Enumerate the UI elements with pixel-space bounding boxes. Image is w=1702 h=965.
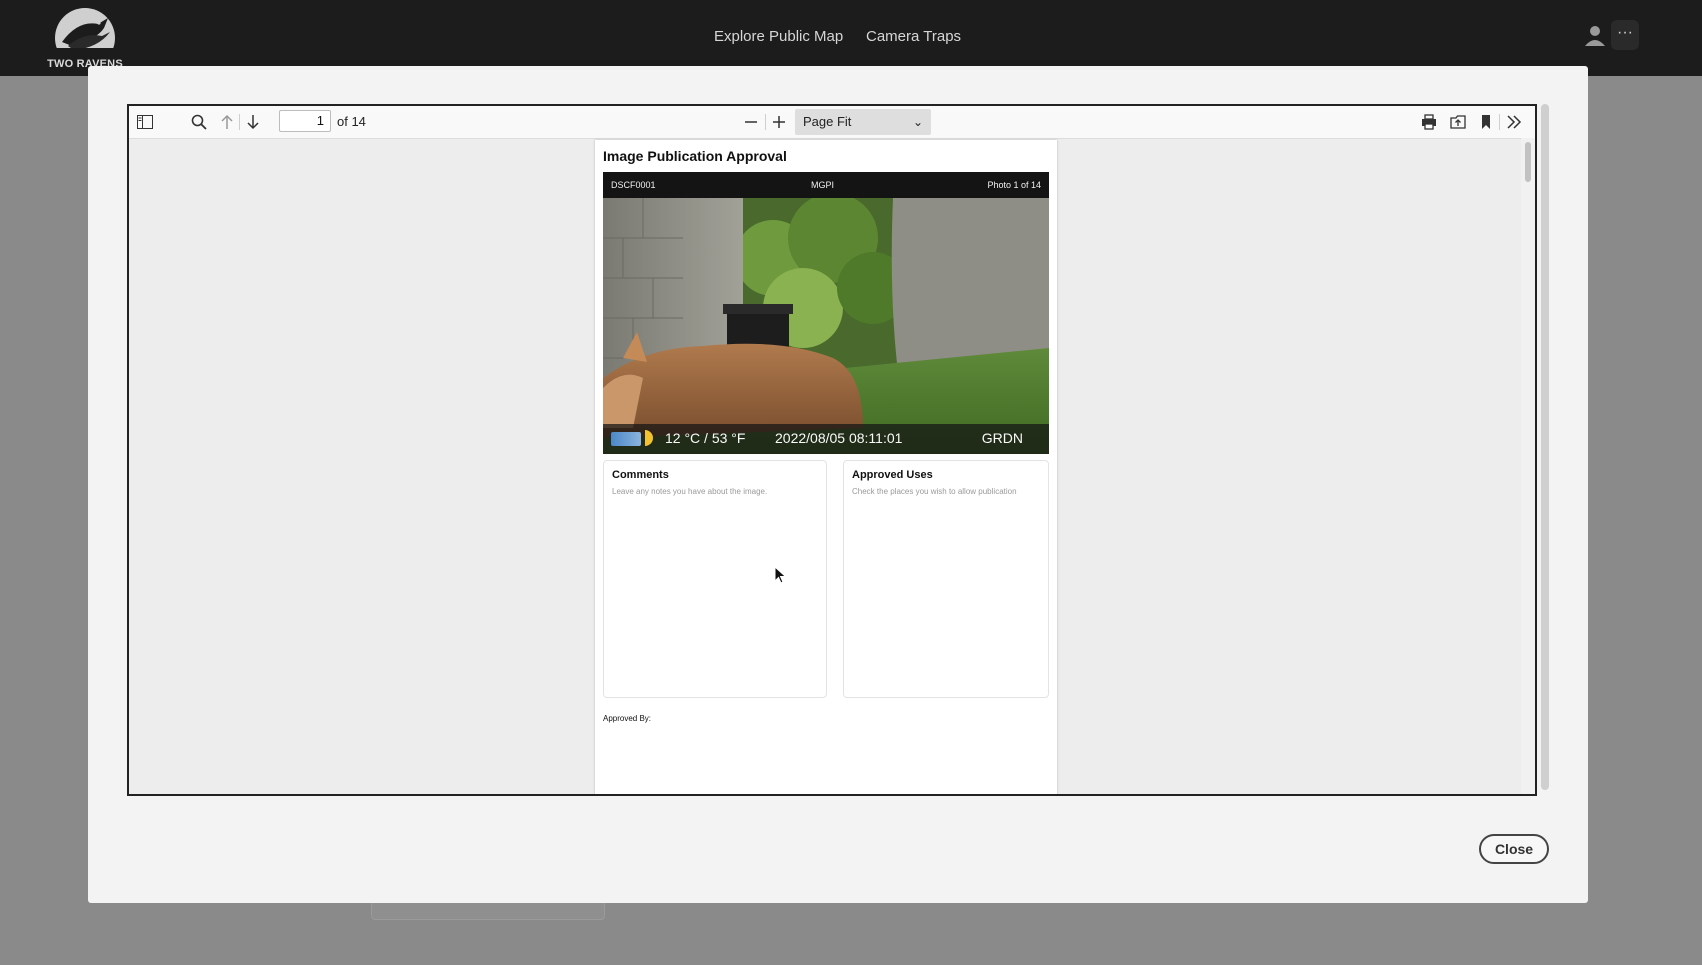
close-button[interactable]: Close (1479, 834, 1549, 864)
toolbar-separator (239, 114, 240, 130)
pdf-toolbar: 1 of 14 Page Fit ⌄ (129, 106, 1535, 139)
approved-uses-hint: Check the places you wish to allow publi… (852, 487, 1017, 496)
approved-uses-title: Approved Uses (852, 469, 933, 481)
next-page-icon[interactable] (243, 112, 263, 132)
toolbar-separator (1499, 114, 1500, 130)
nav-camera-traps[interactable]: Camera Traps (866, 28, 961, 45)
chevron-down-icon: ⌄ (912, 115, 923, 129)
document-title: Image Publication Approval (603, 148, 787, 164)
previous-page-icon[interactable] (217, 112, 237, 132)
nav-explore-public-map[interactable]: Explore Public Map (714, 28, 843, 45)
photo-datetime: 2022/08/05 08:11:01 (775, 430, 903, 446)
approved-by-label: Approved By: (603, 714, 652, 723)
print-icon[interactable] (1419, 112, 1439, 132)
two-ravens-logo[interactable]: TWO RAVENS (38, 2, 132, 70)
page-count: of 14 (337, 114, 366, 129)
user-icon[interactable] (1584, 24, 1606, 46)
viewer-scrollbar-thumb[interactable] (1525, 142, 1531, 182)
raven-logo-icon (52, 8, 118, 68)
approved-uses-box[interactable]: Approved Uses Check the places you wish … (843, 460, 1049, 698)
zoom-select-value: Page Fit (803, 114, 852, 129)
photo-counter: Photo 1 of 14 (987, 180, 1041, 190)
app-header: TWO RAVENS Explore Public Map Camera Tra… (0, 0, 1702, 76)
comments-hint: Leave any notes you have about the image… (612, 487, 768, 496)
mouse-cursor-icon (774, 565, 788, 584)
pdf-viewer: 1 of 14 Page Fit ⌄ Image Publication App… (127, 104, 1537, 796)
zoom-in-icon[interactable] (769, 112, 789, 132)
battery-icon (611, 432, 641, 446)
page-number-input[interactable]: 1 (279, 110, 331, 132)
open-file-icon[interactable] (1448, 112, 1468, 132)
modal-scrollbar[interactable] (1541, 104, 1549, 790)
bookmark-icon[interactable] (1476, 112, 1496, 132)
fox-photo-image (603, 198, 1049, 454)
photo-info-overlay: 12 °C / 53 °F 2022/08/05 08:11:01 GRDN (603, 424, 1049, 454)
comments-title: Comments (612, 469, 669, 481)
search-icon[interactable] (189, 112, 209, 132)
zoom-out-icon[interactable] (741, 112, 761, 132)
photo-camera-id: MGPI (811, 180, 835, 190)
viewer-scrollbar[interactable] (1521, 138, 1535, 794)
photo-location: GRDN (981, 430, 1023, 446)
comments-box[interactable]: Comments Leave any notes you have about … (603, 460, 827, 698)
pdf-page: Image Publication Approval DSCF0001 MGPI… (595, 140, 1057, 794)
moon-phase-icon (645, 430, 653, 446)
photo-header-bar: DSCF0001 MGPI Photo 1 of 14 (603, 172, 1049, 198)
camera-trap-photo: 12 °C / 53 °F 2022/08/05 08:11:01 GRDN (603, 198, 1049, 454)
sidebar-toggle-icon[interactable] (135, 112, 155, 132)
tools-menu-icon[interactable] (1504, 112, 1524, 132)
more-menu-button[interactable]: ··· (1611, 20, 1639, 50)
zoom-select[interactable]: Page Fit ⌄ (795, 109, 931, 135)
photo-temperature: 12 °C / 53 °F (665, 430, 746, 446)
toolbar-separator (765, 114, 766, 130)
photo-filename: DSCF0001 (611, 180, 656, 190)
